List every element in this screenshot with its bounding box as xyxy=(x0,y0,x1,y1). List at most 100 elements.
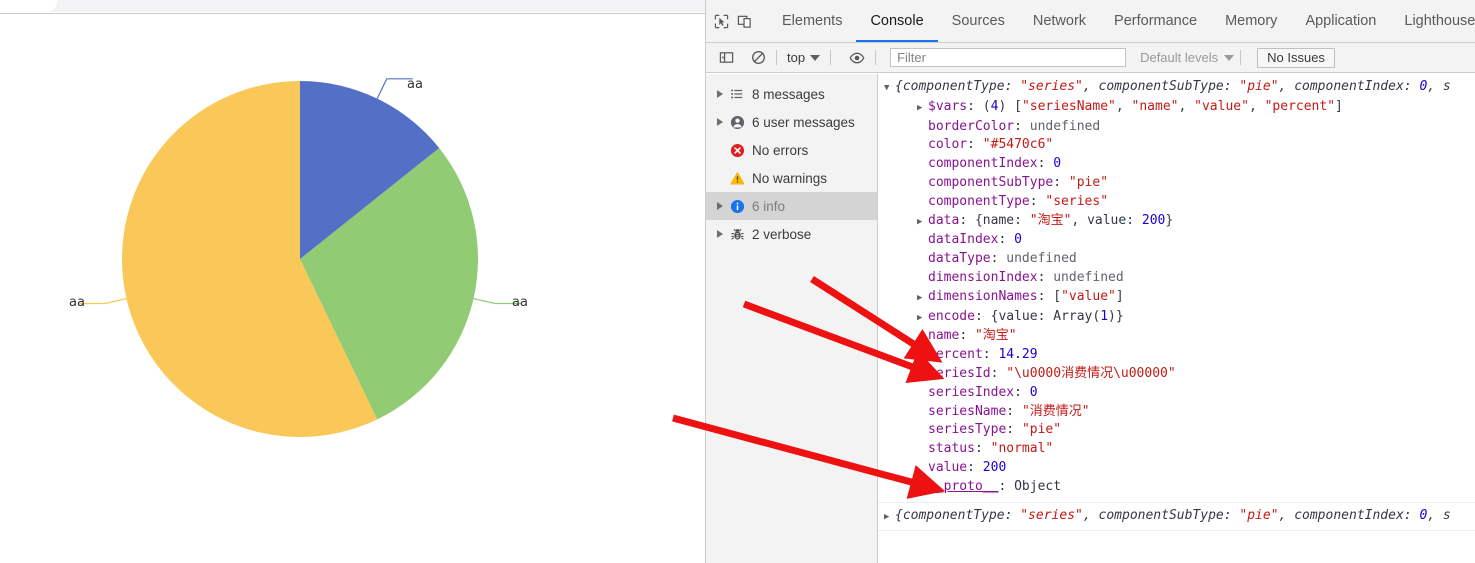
tab-lighthouse[interactable]: Lighthouse xyxy=(1390,0,1475,42)
object-property-value[interactable]: value: 200 xyxy=(884,459,1475,478)
expand-triangle-icon[interactable]: ▶ xyxy=(917,289,928,308)
toolbar-divider-1 xyxy=(776,50,777,65)
expand-triangle-icon[interactable] xyxy=(714,90,726,98)
no-issues-button[interactable]: No Issues xyxy=(1257,47,1335,68)
console-filter-input[interactable]: Filter xyxy=(890,48,1127,67)
object-property-percent[interactable]: percent: 14.29 xyxy=(884,346,1475,365)
property-value: "pie" xyxy=(1021,422,1062,438)
property-separator: : xyxy=(967,98,983,114)
property-value: {name: "淘宝", value: 200} xyxy=(974,212,1174,228)
property-value: "\u0000消费情况\u00000" xyxy=(1006,365,1176,381)
expand-triangle-icon[interactable] xyxy=(714,202,726,210)
console-log-entry-expanded[interactable]: ▼ {componentType: "series", componentSubT… xyxy=(878,74,1475,503)
tab-elements[interactable]: Elements xyxy=(768,0,856,42)
property-key: seriesName xyxy=(928,403,1007,419)
object-property-dataIndex[interactable]: dataIndex: 0 xyxy=(884,231,1475,250)
sidebar-item-info[interactable]: 6 info xyxy=(706,192,877,220)
object-property-encode[interactable]: ▶ encode: {value: Array(1)} xyxy=(884,308,1475,328)
log-levels-label: Default levels xyxy=(1140,50,1219,65)
expand-triangle-icon[interactable]: ▶ xyxy=(917,99,928,118)
expand-triangle-icon[interactable]: ▶ xyxy=(884,508,895,527)
property-key: dataType xyxy=(928,251,991,267)
echarts-pie-chart[interactable]: aa aa aa xyxy=(0,14,704,563)
tab-network[interactable]: Network xyxy=(1019,0,1100,42)
sidebar-item-user-messages[interactable]: 6 user messages xyxy=(706,108,877,136)
property-value: undefined xyxy=(1029,118,1101,134)
property-key: dataIndex xyxy=(928,232,999,248)
console-sidebar-toggle-icon[interactable] xyxy=(714,47,738,69)
chevron-down-icon xyxy=(810,54,821,61)
property-separator: : xyxy=(1006,422,1022,438)
sidebar-item-warnings[interactable]: No warnings xyxy=(706,164,877,192)
sidebar-item-verbose[interactable]: 2 verbose xyxy=(706,220,877,248)
object-property-componentSubType[interactable]: componentSubType: "pie" xyxy=(884,174,1475,193)
object-property-componentIndex[interactable]: componentIndex: 0 xyxy=(884,155,1475,174)
log-levels-select[interactable]: Default levels xyxy=(1140,50,1235,65)
object-property-status[interactable]: status: "normal" xyxy=(884,440,1475,459)
console-log-entry-collapsed[interactable]: ▶ {componentType: "series", componentSubT… xyxy=(878,503,1475,532)
pie-label-right: aa xyxy=(512,295,528,310)
pie-chart-svg xyxy=(79,78,521,438)
live-expression-icon[interactable] xyxy=(845,47,869,69)
info-icon xyxy=(726,199,748,214)
object-property-borderColor[interactable]: borderColor: undefined xyxy=(884,118,1475,137)
tab-application[interactable]: Application xyxy=(1291,0,1390,42)
pie-label-top: aa xyxy=(407,77,423,92)
object-property-seriesType[interactable]: seriesType: "pie" xyxy=(884,421,1475,440)
collapse-triangle-icon[interactable]: ▼ xyxy=(884,79,895,98)
object-preview-header[interactable]: ▶ {componentType: "series", componentSubT… xyxy=(884,507,1475,527)
object-property-dimensionIndex[interactable]: dimensionIndex: undefined xyxy=(884,269,1475,288)
property-key: componentSubType xyxy=(928,174,1054,190)
devtools-tabbar: Elements Console Sources Network Perform… xyxy=(706,0,1475,43)
toolbar-divider-3 xyxy=(875,50,877,65)
warning-icon xyxy=(726,171,748,186)
object-property-proto[interactable]: ▶ __proto__: Object xyxy=(884,478,1475,498)
expand-triangle-icon[interactable]: ▶ xyxy=(917,309,928,328)
property-separator: : xyxy=(1053,174,1069,190)
expand-triangle-icon[interactable]: ▶ xyxy=(917,479,928,498)
property-value: Object xyxy=(1014,478,1062,494)
sidebar-item-label: 2 verbose xyxy=(752,226,812,242)
property-key: value xyxy=(928,459,968,475)
execution-context-select[interactable]: top xyxy=(783,50,824,65)
console-output[interactable]: ▼ {componentType: "series", componentSubT… xyxy=(878,74,1475,563)
tab-memory[interactable]: Memory xyxy=(1211,0,1291,42)
property-key: name xyxy=(928,328,960,344)
sidebar-item-messages[interactable]: 8 messages xyxy=(706,80,877,108)
sidebar-item-errors[interactable]: No errors xyxy=(706,136,877,164)
property-separator: : xyxy=(967,137,983,153)
property-separator: : xyxy=(1029,193,1046,209)
sidebar-item-label: No warnings xyxy=(752,170,828,186)
inspect-element-icon[interactable] xyxy=(714,8,729,34)
expand-triangle-icon[interactable] xyxy=(714,118,726,126)
object-property-seriesId[interactable]: seriesId: "\u0000消费情况\u00000" xyxy=(884,365,1475,384)
console-toolbar: top Filter Default levels No Issues xyxy=(706,43,1475,73)
tab-performance[interactable]: Performance xyxy=(1100,0,1211,42)
object-property-data[interactable]: ▶ data: {name: "淘宝", value: 200} xyxy=(884,212,1475,232)
tab-sources[interactable]: Sources xyxy=(938,0,1019,42)
clear-console-icon[interactable] xyxy=(746,47,770,69)
object-property-name[interactable]: name: "淘宝" xyxy=(884,327,1475,346)
property-key: dimensionIndex xyxy=(928,269,1038,285)
property-value: "#5470c6" xyxy=(982,137,1054,153)
object-property-seriesName[interactable]: seriesName: "消费情况" xyxy=(884,403,1475,422)
object-property-color[interactable]: color: "#5470c6" xyxy=(884,136,1475,155)
property-separator: : xyxy=(990,251,1007,267)
property-value: "消费情况" xyxy=(1021,403,1090,419)
object-property-dataType[interactable]: dataType: undefined xyxy=(884,250,1475,269)
object-property-componentType[interactable]: componentType: "series" xyxy=(884,193,1475,212)
object-property-$vars[interactable]: ▶ $vars: (4) ["seriesName", "name", "valu… xyxy=(884,98,1475,118)
error-icon xyxy=(726,143,748,158)
object-property-dimensionNames[interactable]: ▶ dimensionNames: ["value"] xyxy=(884,288,1475,308)
property-separator: : xyxy=(1006,403,1022,419)
expand-triangle-icon[interactable] xyxy=(714,230,726,238)
device-toolbar-icon[interactable] xyxy=(737,8,752,34)
property-separator: : xyxy=(1037,288,1054,304)
object-preview-header[interactable]: ▼ {componentType: "series", componentSubT… xyxy=(884,78,1475,98)
property-separator: : xyxy=(1014,118,1030,134)
tab-console[interactable]: Console xyxy=(856,0,937,42)
property-key: percent xyxy=(928,347,983,363)
object-property-seriesIndex[interactable]: seriesIndex: 0 xyxy=(884,384,1475,403)
property-separator: : xyxy=(974,308,991,324)
expand-triangle-icon[interactable]: ▶ xyxy=(917,213,928,232)
